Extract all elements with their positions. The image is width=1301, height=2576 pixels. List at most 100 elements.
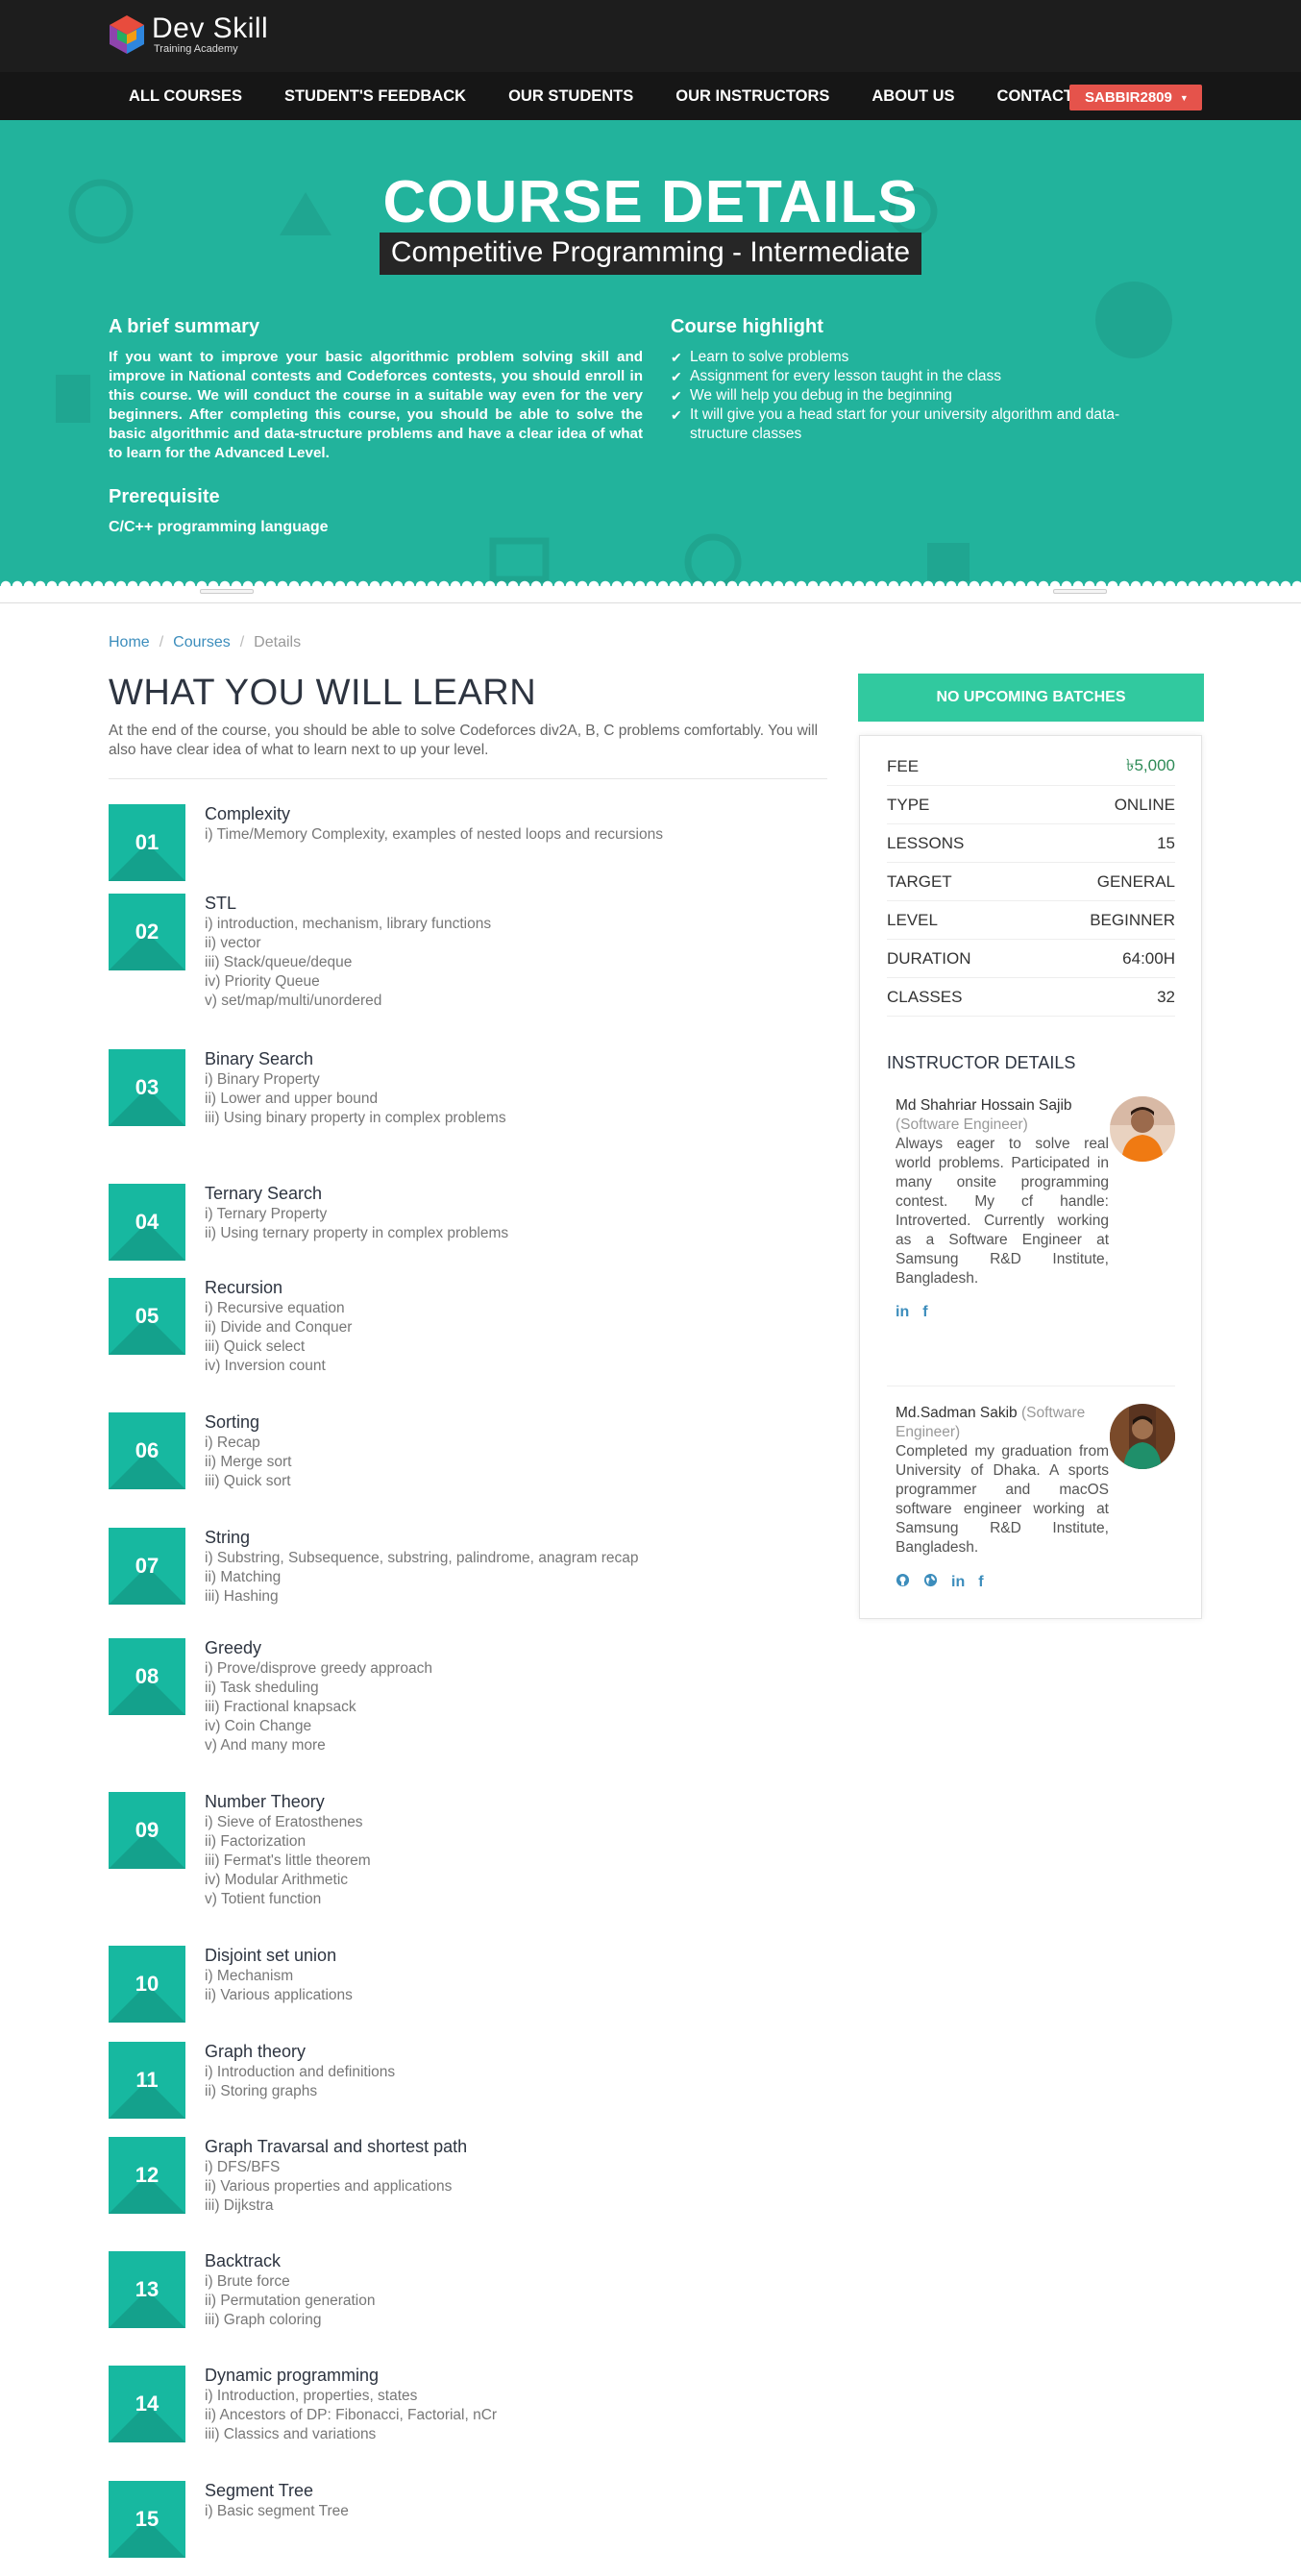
- logo[interactable]: Dev Skill Training Academy: [108, 13, 268, 56]
- topic-subitem: ii) Lower and upper bound: [205, 1091, 379, 1107]
- top-bar: Dev Skill Training Academy: [0, 0, 1301, 72]
- topic-subitem: i) Binary Property: [205, 1071, 320, 1088]
- topic-subitem: iii) Stack/queue/deque: [205, 954, 353, 970]
- check-icon: ✔: [671, 369, 682, 384]
- topic-title: Dynamic programming: [205, 2366, 380, 2385]
- topic-title: Graph theory: [205, 2042, 307, 2061]
- instructor-card: Md.Sadman Sakib (Software Engineer) Comp…: [887, 1404, 1175, 1592]
- topic-subitem: iii) Dijkstra: [205, 2197, 274, 2214]
- instructor-name: Md Shahriar Hossain Sajib: [896, 1097, 1072, 1114]
- info-row-type: TYPE ONLINE: [887, 786, 1175, 824]
- topic-title: Backtrack: [205, 2251, 282, 2270]
- course-name: Competitive Programming - Intermediate: [379, 233, 922, 275]
- topic-subitem: ii) Matching: [205, 1569, 282, 1585]
- nav-our-students[interactable]: OUR STUDENTS: [508, 87, 633, 106]
- topic-subitem: i) Recap: [205, 1435, 260, 1451]
- topic-title: Recursion: [205, 1278, 283, 1297]
- info-row-lessons: LESSONS 15: [887, 824, 1175, 863]
- learn-heading: WHAT YOU WILL LEARN: [109, 673, 537, 713]
- topic-subitem: iii) Using binary property in complex pr…: [205, 1110, 506, 1126]
- topic-number-badge: 08: [109, 1638, 185, 1715]
- page-title: COURSE DETAILS: [382, 169, 919, 235]
- instructor-card: Md Shahriar Hossain Sajib (Software Engi…: [887, 1096, 1175, 1321]
- topic-title: Graph Travarsal and shortest path: [205, 2137, 468, 2156]
- nav-all-courses[interactable]: ALL COURSES: [129, 87, 242, 106]
- topic-title: Sorting: [205, 1412, 260, 1432]
- learn-description: At the end of the course, you should be …: [109, 723, 819, 758]
- prerequisite-heading: Prerequisite: [109, 486, 220, 507]
- topic-title: Number Theory: [205, 1792, 325, 1811]
- topic-subitem: v) set/map/multi/unordered: [205, 993, 382, 1009]
- instructor-avatar: [1110, 1096, 1175, 1162]
- topic-subitem: i) Sieve of Eratosthenes: [205, 1814, 363, 1830]
- topic-subitem: iv) Inversion count: [205, 1358, 326, 1374]
- facebook-icon[interactable]: f: [978, 1574, 983, 1591]
- topic-number-badge: 09: [109, 1792, 185, 1869]
- topic-subitem: i) Prove/disprove greedy approach: [205, 1660, 432, 1677]
- topic-title: Greedy: [205, 1638, 262, 1657]
- highlight-item: ✔ It will give you a head start for your …: [671, 406, 1120, 442]
- nav-students-feedback[interactable]: STUDENT'S FEEDBACK: [284, 87, 466, 106]
- topic-subitem: iii) Classics and variations: [205, 2426, 377, 2442]
- breadcrumb-home[interactable]: Home: [109, 634, 150, 651]
- topic-number-badge: 01: [109, 804, 185, 881]
- logo-title: Dev Skill: [152, 12, 269, 44]
- topic-subitem: i) Ternary Property: [205, 1206, 328, 1222]
- topic-number-badge: 04: [109, 1184, 185, 1261]
- social-links: in f: [896, 1304, 1175, 1321]
- hero-scalloped-edge: [0, 577, 1301, 586]
- breadcrumb-current: Details: [254, 634, 302, 650]
- topic-subitem: ii) Various properties and applications: [205, 2178, 453, 2195]
- topic-subitem: ii) Merge sort: [205, 1454, 292, 1470]
- course-hero: COURSE DETAILS Competitive Programming -…: [0, 120, 1301, 586]
- highlight-item: ✔ Learn to solve problems: [671, 349, 849, 365]
- course-info-panel: FEE ৳5,000 TYPE ONLINE LESSONS 15 TARGET GEN…: [859, 735, 1202, 1619]
- summary-text: If you want to improve your basic algori…: [109, 349, 643, 461]
- social-links: in f: [896, 1573, 1175, 1592]
- user-menu-button[interactable]: SABBIR2809 ▼: [1069, 85, 1202, 110]
- topic-subitem: i) DFS/BFS: [205, 2159, 281, 2175]
- topic-subitem: i) Introduction and definitions: [205, 2064, 396, 2080]
- instructor-heading: INSTRUCTOR DETAILS: [887, 1053, 1076, 1072]
- caret-down-icon: ▼: [1179, 92, 1189, 103]
- topic-subitem: i) Brute force: [205, 2273, 290, 2290]
- topic-subitem: iii) Quick sort: [205, 1473, 291, 1489]
- topic-subitem: v) And many more: [205, 1737, 326, 1754]
- topic-subitem: iv) Coin Change: [205, 1718, 312, 1734]
- topic-subitem: ii) vector: [205, 935, 261, 951]
- topic-number-badge: 02: [109, 894, 185, 970]
- linkedin-icon[interactable]: in: [951, 1574, 965, 1591]
- nav-about-us[interactable]: ABOUT US: [871, 87, 954, 106]
- globe-icon[interactable]: [923, 1573, 938, 1592]
- github-icon[interactable]: [896, 1573, 910, 1592]
- username: SABBIR2809: [1085, 89, 1172, 106]
- topic-title: Segment Tree: [205, 2481, 314, 2500]
- linkedin-icon[interactable]: in: [896, 1304, 909, 1321]
- topic-subitem: i) Introduction, properties, states: [205, 2388, 418, 2404]
- topic-subitem: iv) Priority Queue: [205, 973, 320, 990]
- breadcrumb-courses[interactable]: Courses: [173, 634, 231, 651]
- main-nav: ALL COURSES STUDENT'S FEEDBACK OUR STUDE…: [0, 72, 1301, 120]
- nav-our-instructors[interactable]: OUR INSTRUCTORS: [675, 87, 829, 106]
- topic-subitem: ii) Various applications: [205, 1987, 353, 2003]
- highlight-item: ✔ Assignment for every lesson taught in t…: [671, 368, 1001, 384]
- topic-subitem: iii) Fractional knapsack: [205, 1699, 356, 1715]
- facebook-icon[interactable]: f: [922, 1304, 927, 1321]
- topic-subitem: i) introduction, mechanism, library func…: [205, 916, 492, 932]
- check-icon: ✔: [671, 350, 682, 365]
- instructor-bio: Always eager to solve real world problem…: [896, 1136, 1109, 1287]
- topic-subitem: iii) Hashing: [205, 1588, 279, 1605]
- topic-title: STL: [205, 894, 237, 913]
- topic-subitem: ii) Factorization: [205, 1833, 307, 1850]
- info-row-target: TARGET GENERAL: [887, 863, 1175, 901]
- topic-subitem: iii) Quick select: [205, 1338, 306, 1355]
- check-icon: ✔: [671, 388, 682, 404]
- topic-subitem: i) Mechanism: [205, 1968, 294, 1984]
- topic-number-badge: 13: [109, 2251, 185, 2328]
- instructor-role: (Software Engineer): [896, 1116, 1028, 1133]
- topic-number-badge: 03: [109, 1049, 185, 1126]
- no-upcoming-batches-button[interactable]: NO UPCOMING BATCHES: [858, 674, 1204, 722]
- topic-title: String: [205, 1528, 251, 1547]
- topic-number-badge: 14: [109, 2366, 185, 2442]
- topic-subitem: i) Substring, Subsequence, substring, pa…: [205, 1550, 639, 1566]
